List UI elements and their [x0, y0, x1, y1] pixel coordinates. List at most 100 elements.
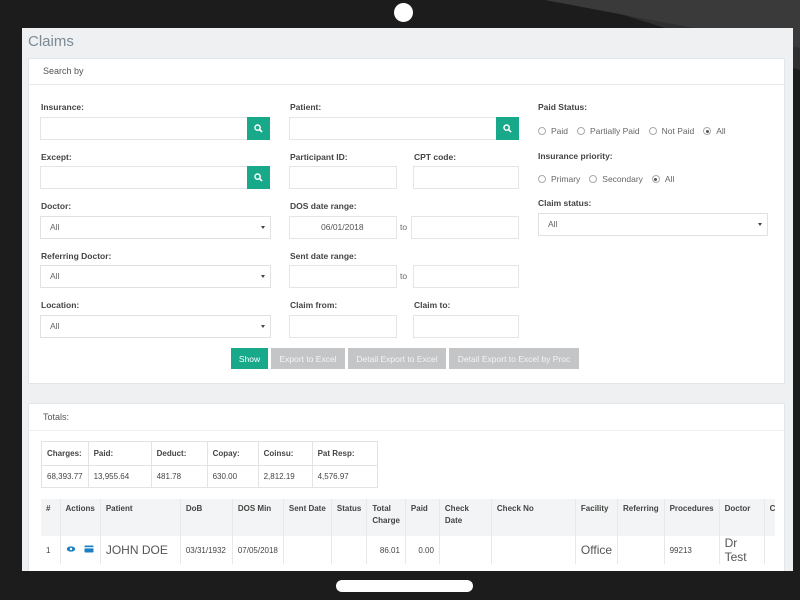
column-header-status[interactable]: Status [330, 499, 367, 536]
patient-label: Patient: [290, 102, 322, 112]
claim-from-input[interactable] [289, 315, 397, 338]
sent-range-label: Sent date range: [290, 251, 357, 261]
paid-status-option-label: All [716, 126, 726, 136]
export-excel-button[interactable]: Export to Excel [271, 348, 345, 369]
doctor-select[interactable]: All [40, 216, 271, 239]
page-title: Claims [28, 33, 74, 50]
card-icon[interactable] [84, 545, 94, 555]
claim-from-label: Claim from: [290, 300, 338, 310]
paid-status-option-all[interactable]: All [703, 126, 726, 136]
paid-status-radio-group: Paid Partially Paid Not Paid All [538, 126, 735, 136]
dos-from-value: 06/01/2018 [321, 222, 364, 232]
detail-export-excel-proc-button[interactable]: Detail Export to Excel by Proc [449, 348, 579, 369]
cell-total-charge: 86.01 [366, 536, 406, 564]
insurance-priority-option-primary[interactable]: Primary [538, 174, 580, 184]
chevron-down-icon [261, 325, 265, 328]
sent-to-label: to [400, 271, 408, 281]
except-search-button[interactable] [247, 166, 270, 189]
dos-to-label: to [400, 222, 408, 232]
totals-header-charges: Charges: [41, 441, 89, 466]
search-icon [254, 124, 263, 133]
cell-dos-min: 07/05/2018 [231, 536, 284, 564]
totals-table: Charges: Paid: Deduct: Copay: Coinsu: Pa… [41, 441, 378, 488]
cell-facility: Office [574, 536, 618, 564]
cell-check-no [490, 536, 576, 564]
column-header-num[interactable]: # [41, 499, 60, 536]
column-header-patient[interactable]: Patient [99, 499, 181, 536]
paid-status-option-partially-paid[interactable]: Partially Paid [577, 126, 640, 136]
totals-value-pat-resp: 4,576.97 [311, 465, 378, 488]
cell-status [330, 536, 367, 564]
claims-table: # Actions Patient DoB DOS Min Sent Date … [41, 499, 776, 564]
column-header-sent-date[interactable]: Sent Date [282, 499, 332, 536]
claim-status-select[interactable]: All [538, 213, 768, 236]
cell-referring [617, 536, 665, 564]
detail-export-excel-button[interactable]: Detail Export to Excel [348, 348, 446, 369]
insurance-priority-label: Insurance priority: [538, 151, 613, 161]
column-header-procedures[interactable]: Procedures [663, 499, 720, 536]
except-input[interactable] [40, 166, 248, 189]
totals-value-coinsu: 2,812.19 [257, 465, 313, 488]
radio-selected-icon [703, 127, 712, 135]
column-header-total-charge[interactable]: Total Charge [366, 499, 406, 536]
chevron-down-icon [261, 275, 265, 278]
totals-header-coinsu: Coinsu: [257, 441, 313, 466]
search-panel-heading: Search by [29, 59, 784, 85]
referring-doctor-label: Referring Doctor: [41, 251, 112, 261]
totals-value-charges: 68,393.77 [41, 465, 89, 488]
insurance-input[interactable] [40, 117, 248, 140]
claim-status-label: Claim status: [538, 198, 592, 208]
column-header-actions[interactable]: Actions [59, 499, 101, 536]
referring-doctor-select[interactable]: All [40, 265, 271, 288]
dos-to-input[interactable] [411, 216, 519, 239]
insurance-priority-option-all[interactable]: All [651, 174, 674, 184]
column-header-referring[interactable]: Referring [617, 499, 665, 536]
claim-to-input[interactable] [413, 315, 519, 338]
cell-actions [59, 536, 101, 564]
insurance-search-button[interactable] [247, 117, 270, 140]
sent-to-input[interactable] [413, 265, 519, 288]
radio-selected-icon [651, 175, 660, 183]
eye-icon[interactable] [66, 545, 76, 555]
totals-panel-heading: Totals: [29, 404, 784, 431]
radio-icon [538, 127, 546, 135]
paid-status-option-label: Paid [551, 126, 569, 136]
patient-search-button[interactable] [496, 117, 519, 140]
insurance-priority-option-secondary[interactable]: Secondary [589, 174, 643, 184]
column-header-doctor[interactable]: Doctor [718, 499, 765, 536]
device-camera [394, 3, 413, 22]
cell-num: 1 [46, 545, 51, 555]
column-header-facility[interactable]: Facility [574, 499, 618, 536]
participant-id-label: Participant ID: [290, 152, 348, 162]
sent-from-input[interactable] [289, 265, 397, 288]
app-screen: Claims Search by Insurance: Except: Doct… [22, 28, 793, 571]
participant-id-input[interactable] [289, 166, 397, 189]
table-row[interactable]: 1 JOHN DOE 03/31/1932 07/05/2018 86.01 0… [41, 536, 776, 564]
cpt-code-input[interactable] [413, 166, 519, 189]
doctor-select-value: All [50, 222, 60, 232]
insurance-priority-option-label: Secondary [602, 174, 643, 184]
column-header-dob[interactable]: DoB [179, 499, 233, 536]
patient-input[interactable] [289, 117, 497, 140]
insurance-label: Insurance: [41, 102, 84, 112]
insurance-priority-radio-group: Primary Secondary All [538, 174, 683, 184]
claims-header-row: # Actions Patient DoB DOS Min Sent Date … [41, 499, 776, 536]
column-header-c[interactable]: C [763, 499, 776, 536]
cell-procedures: 99213 [663, 536, 720, 564]
radio-icon [577, 127, 586, 135]
cell-c [763, 536, 776, 564]
paid-status-option-paid[interactable]: Paid [538, 126, 568, 136]
column-header-paid[interactable]: Paid [404, 499, 440, 536]
cell-patient: JOHN DOE [99, 536, 181, 564]
search-icon [503, 124, 512, 133]
paid-status-label: Paid Status: [538, 102, 588, 112]
location-select[interactable]: All [40, 315, 271, 338]
column-header-check-date[interactable]: Check Date [438, 499, 492, 536]
paid-status-option-not-paid[interactable]: Not Paid [648, 126, 694, 136]
column-header-dos-min[interactable]: DOS Min [231, 499, 284, 536]
radio-icon [589, 175, 598, 183]
cell-sent-date [282, 536, 332, 564]
totals-value-deduct: 481.78 [150, 465, 208, 488]
column-header-check-no[interactable]: Check No [490, 499, 576, 536]
show-button[interactable]: Show [231, 348, 268, 369]
